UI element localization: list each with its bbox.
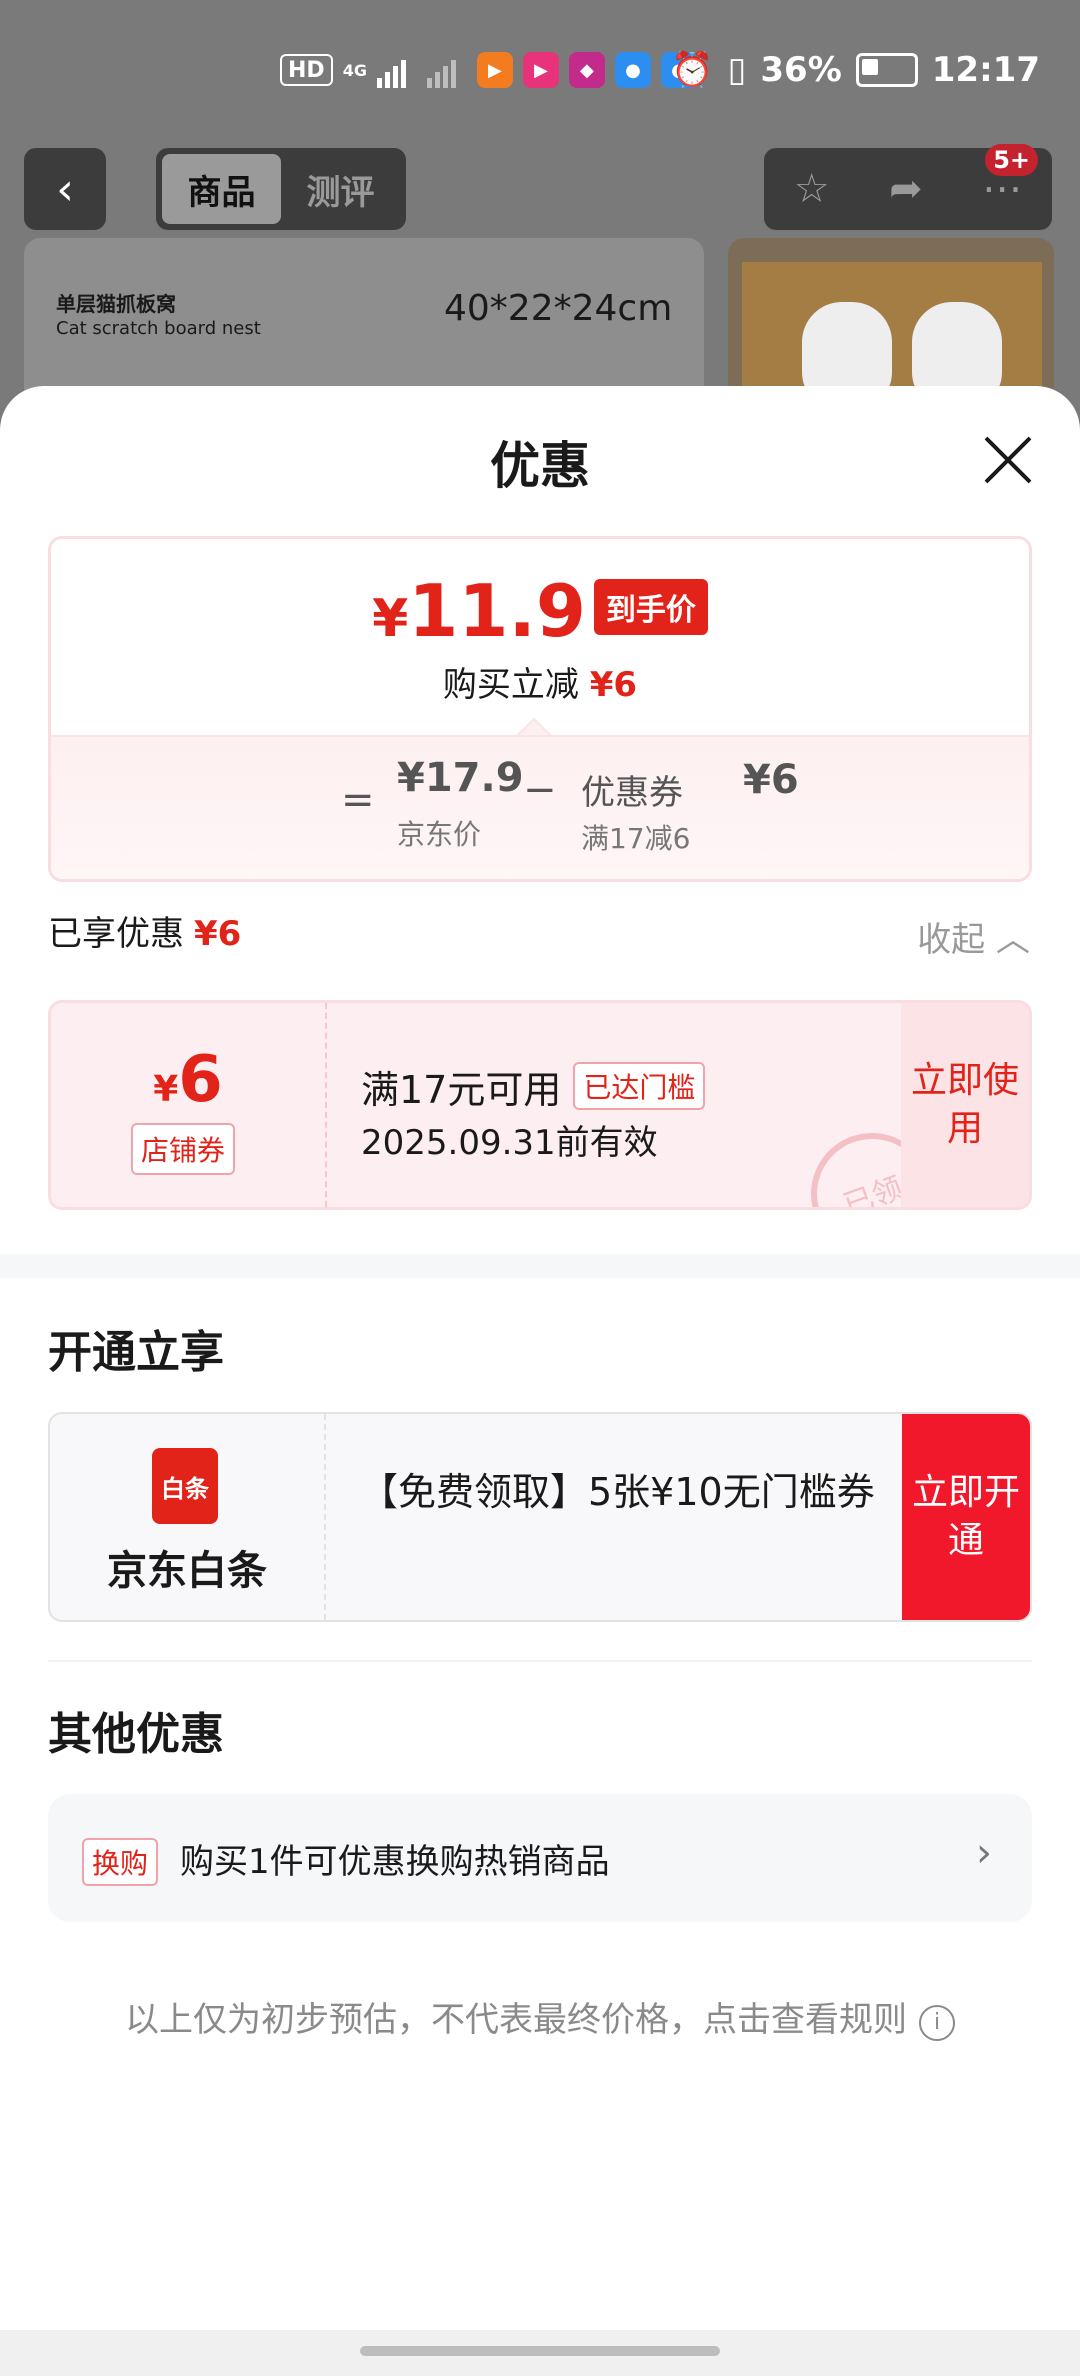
rules-note[interactable]: 以上仅为初步预估，不代表最终价格，点击查看规则 i — [0, 1992, 1080, 2041]
battery-percent: 36% — [760, 50, 842, 90]
info-icon: i — [919, 2005, 955, 2041]
use-coupon-button[interactable]: 立即使用 — [901, 1003, 1029, 1207]
coupon-usage-condition: 满17元可用 已达门槛 — [361, 1059, 706, 1114]
chevron-left-icon: ‹ — [56, 163, 74, 215]
tab-bar: 商品 测评 — [156, 148, 406, 230]
coupon-value-symbol: ¥ — [153, 1069, 179, 1110]
status-icons-left: HD 4G ▶ ▶ ◆ ● ● — [280, 52, 697, 88]
exchange-offer-text: 购买1件可优惠换购热销商品 — [180, 1842, 610, 1882]
coupon-value-area: ¥6 店铺券 — [51, 1003, 327, 1207]
collapse-button[interactable]: 收起 ︿ — [917, 912, 1030, 961]
exchange-offer-row[interactable]: 换购 购买1件可优惠换购热销商品 › — [48, 1794, 1032, 1922]
baitiao-logo-icon: 白条 — [152, 1448, 218, 1524]
rules-note-text: 以上仅为初步预估，不代表最终价格，点击查看规则 — [125, 2000, 907, 2040]
price-summary: ¥11.9 到手价 购买立减 ¥6 = ¥17.9 京东价 − 优惠券 ¥6 满1… — [48, 536, 1032, 882]
tab-review[interactable]: 测评 — [281, 154, 400, 224]
signal-icon — [376, 52, 417, 88]
vibrate-icon: ▯ — [727, 50, 747, 90]
coupon-type-badge: 店铺券 — [131, 1123, 236, 1175]
tab-product[interactable]: 商品 — [162, 154, 281, 224]
final-price-value: 11.9 — [408, 569, 586, 653]
jd-price-label: 京东价 — [397, 818, 482, 851]
browser-app-icon: ● — [614, 52, 651, 88]
status-bar: HD 4G ▶ ▶ ◆ ● ● ⏰ ▯ 36% 12:17 — [0, 0, 1080, 140]
final-price-tag: 到手价 — [593, 579, 708, 635]
enjoyed-discount: 已享优惠 ¥6 — [48, 906, 241, 955]
share-icon[interactable]: ➦ — [889, 166, 923, 212]
coupon-label: 优惠券 — [581, 773, 683, 813]
jd-price: ¥17.9 — [397, 755, 524, 801]
signal-icon-2 — [426, 52, 467, 88]
sheet-title: 优惠 — [490, 437, 590, 495]
enjoyed-label: 已享优惠 — [48, 914, 184, 954]
star-icon[interactable]: ☆ — [794, 166, 830, 212]
summary-top: ¥11.9 到手价 购买立减 ¥6 — [51, 539, 1029, 735]
chevron-right-icon: › — [976, 1830, 992, 1876]
network-type-icon: 4G — [342, 60, 367, 80]
baitiao-name: 京东白条 — [107, 1548, 267, 1594]
coupon-amount: ¥6 — [743, 757, 799, 803]
product-name-en: Cat scratch board nest — [56, 318, 261, 339]
baitiao-offer-desc: 【免费领取】5张¥10无门槛券 — [360, 1470, 875, 1514]
final-price: ¥11.9 到手价 — [51, 569, 1029, 653]
background-page: HD 4G ▶ ▶ ◆ ● ● ⏰ ▯ 36% 12:17 ‹ 商品 测评 ☆ … — [0, 0, 1080, 420]
collapse-label: 收起 — [917, 920, 986, 960]
hd-icon: HD — [280, 54, 333, 86]
exchange-tag: 换购 — [82, 1838, 159, 1886]
coupon-value: ¥6 — [51, 1043, 325, 1117]
reduce-line: 购买立减 ¥6 — [51, 657, 1029, 706]
nav-actions: ☆ ➦ ⋯ 5+ — [764, 144, 1052, 230]
coupon-condition-text: 满17元可用 — [361, 1068, 562, 1112]
chevron-up-icon: ︿ — [996, 920, 1030, 960]
equals-sign: = — [341, 777, 375, 823]
notification-badge: 5+ — [985, 144, 1038, 176]
baitiao-card: 白条 京东白条 【免费领取】5张¥10无门槛券 立即开通 — [48, 1412, 1032, 1622]
reduce-amount: ¥6 — [589, 665, 638, 705]
threshold-reached-badge: 已达门槛 — [573, 1062, 706, 1110]
section-divider-line — [48, 1660, 1032, 1662]
baitiao-brand: 白条 京东白条 — [50, 1414, 326, 1620]
coupon-condition: 满17减6 — [581, 822, 691, 855]
store-coupon-card: ¥6 店铺券 满17元可用 已达门槛 2025.09.31前有效 已领 立即使用 — [48, 1000, 1032, 1210]
final-price-symbol: ¥ — [372, 589, 409, 649]
reduce-text: 购买立减 — [442, 665, 579, 705]
product-size: 40*22*24cm — [444, 288, 673, 329]
coupon-validity: 2025.09.31前有效 — [361, 1123, 658, 1163]
video-app-icon: ▶ — [522, 52, 559, 88]
section-title-open: 开通立享 — [48, 1327, 224, 1378]
discount-sheet: 优惠 ¥11.9 到手价 购买立减 ¥6 = ¥17.9 京东价 − 优惠券 ¥6… — [0, 386, 1080, 2376]
status-icons-right: ⏰ ▯ 36% 12:17 — [671, 50, 1040, 90]
minus-sign: − — [523, 767, 557, 813]
product-name: 单层猫抓板窝 — [56, 292, 176, 316]
clock: 12:17 — [931, 50, 1040, 90]
coupon-value-number: 6 — [178, 1043, 223, 1117]
alarm-icon: ⏰ — [671, 50, 714, 90]
close-icon[interactable] — [982, 434, 1034, 486]
app-notification-icon: ▶ — [476, 52, 513, 88]
section-title-other: 其他优惠 — [48, 1709, 224, 1760]
section-divider — [0, 1254, 1080, 1278]
top-nav: ‹ 商品 测评 ☆ ➦ ⋯ 5+ — [0, 144, 1080, 230]
battery-icon — [855, 53, 918, 87]
home-handle[interactable] — [360, 2346, 720, 2356]
home-indicator-bar — [0, 2330, 1080, 2376]
game-app-icon: ◆ — [568, 52, 605, 88]
back-button[interactable]: ‹ — [24, 148, 106, 230]
price-breakdown: = ¥17.9 京东价 − 优惠券 ¥6 满17减6 — [51, 735, 1029, 879]
open-baitiao-button[interactable]: 立即开通 — [902, 1414, 1030, 1620]
enjoyed-amount: ¥6 — [194, 914, 242, 954]
